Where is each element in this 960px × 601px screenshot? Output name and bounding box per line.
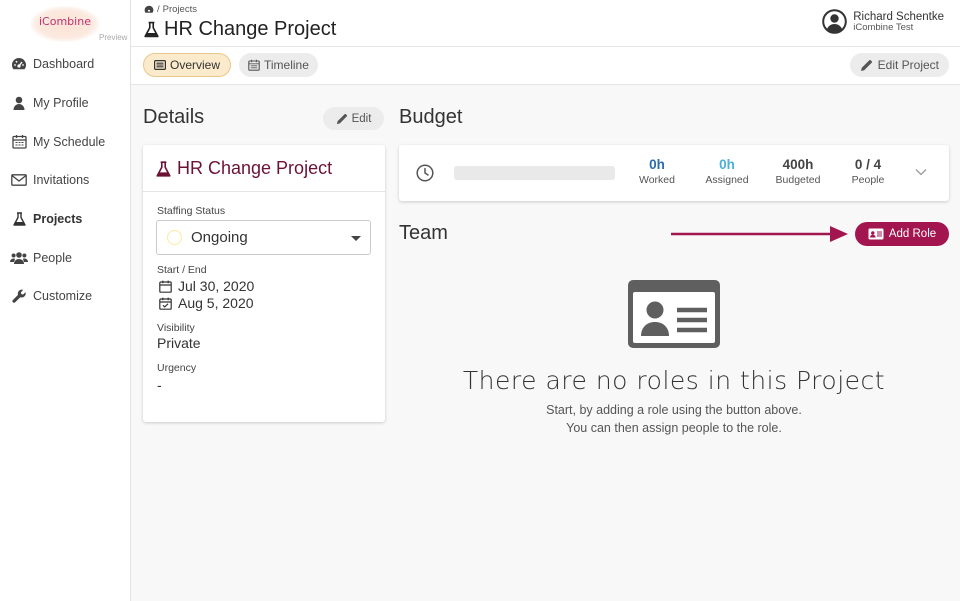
sidebar-item-label: My Profile [33, 96, 89, 111]
envelope-icon [10, 171, 28, 189]
edit-details-label: Edit [351, 112, 372, 125]
wrench-icon [10, 287, 28, 305]
stat-people: 0 / 4 People [838, 157, 898, 187]
tab-timeline[interactable]: Timeline [239, 53, 318, 77]
stat-label: People [851, 174, 885, 186]
project-toolbar: Overview Timeline Edit Project [131, 47, 960, 85]
flask-icon [144, 21, 159, 38]
pencil-icon [336, 113, 348, 125]
divider [143, 191, 385, 192]
breadcrumb: / Projects [144, 4, 197, 15]
avatar [822, 9, 848, 34]
start-date-text: Jul 30, 2020 [178, 278, 255, 294]
staffing-status-label: Staffing Status [157, 205, 226, 217]
sidebar-nav: Dashboard My Profile My Schedule Invitat… [0, 45, 131, 316]
visibility-value: Private [157, 335, 201, 351]
empty-state-line-2: You can then assign people to the role. [566, 421, 782, 435]
stat-budgeted: 400h Budgeted [768, 157, 828, 187]
page-title-text: HR Change Project [164, 18, 337, 40]
stat-value: 0h [649, 157, 665, 172]
budget-card[interactable]: 0h Worked 0h Assigned 400h Budgeted 0 / … [399, 145, 949, 201]
sidebar: iCombine Preview Dashboard My Profile My… [0, 0, 131, 601]
pencil-icon [860, 59, 873, 72]
edit-project-label: Edit Project [877, 58, 939, 72]
clock-icon [416, 164, 434, 182]
add-role-button[interactable]: Add Role [855, 222, 949, 246]
add-role-label: Add Role [888, 228, 937, 240]
sidebar-item-my-profile[interactable]: My Profile [0, 84, 131, 123]
end-date-text: Aug 5, 2020 [178, 295, 254, 311]
empty-state-title: There are no roles in this Project [462, 366, 886, 395]
staffing-status-select[interactable]: Ongoing [156, 220, 371, 255]
empty-state-line-1: Start, by adding a role using the button… [546, 403, 802, 417]
urgency-value: - [157, 377, 162, 393]
sidebar-item-invitations[interactable]: Invitations [0, 161, 131, 200]
id-card-icon [628, 280, 720, 348]
urgency-label: Urgency [157, 362, 197, 374]
end-date: Aug 5, 2020 [159, 295, 254, 311]
sidebar-item-label: Invitations [33, 173, 90, 188]
project-name: HR Change Project [156, 158, 332, 179]
calendar-icon [10, 133, 28, 151]
status-circle-icon [167, 230, 182, 245]
budget-heading: Budget [399, 106, 463, 128]
list-icon [154, 60, 166, 70]
stat-value: 0h [719, 157, 735, 172]
sidebar-item-label: Projects [33, 212, 83, 227]
sidebar-item-label: People [33, 250, 72, 265]
tab-overview[interactable]: Overview [143, 53, 232, 77]
budget-progress-bar [454, 166, 615, 180]
details-card: HR Change Project Staffing Status Ongoin… [143, 145, 385, 422]
stat-label: Worked [639, 174, 675, 186]
stat-value: 0 / 4 [854, 157, 882, 172]
flask-icon [10, 210, 28, 228]
sidebar-item-dashboard[interactable]: Dashboard [0, 45, 131, 84]
user-organization: iCombine Test [853, 21, 914, 33]
tab-label: Timeline [264, 58, 309, 72]
sidebar-item-customize[interactable]: Customize [0, 277, 131, 316]
caret-down-icon [351, 236, 361, 241]
edit-details-button[interactable]: Edit [323, 107, 384, 130]
sidebar-item-people[interactable]: People [0, 238, 131, 277]
user-menu[interactable]: Richard Schentke iCombine Test [822, 9, 944, 34]
page-header: / Projects HR Change Project Richard Sch… [131, 0, 960, 47]
user-name: Richard Schentke [853, 10, 944, 23]
dates-label: Start / End [157, 264, 207, 276]
chevron-down-icon[interactable] [915, 168, 927, 176]
calendar-icon [159, 280, 172, 293]
users-icon [10, 249, 28, 267]
flask-icon [156, 160, 171, 177]
project-name-text: HR Change Project [177, 158, 333, 178]
logo-text: iCombine [39, 15, 91, 28]
user-icon [10, 94, 28, 112]
breadcrumb-separator: / [157, 4, 160, 15]
sidebar-item-label: Customize [33, 289, 93, 304]
stat-worked: 0h Worked [627, 157, 687, 187]
calendar-icon [248, 59, 260, 71]
tab-label: Overview [170, 58, 221, 72]
preview-badge: Preview [99, 33, 128, 42]
details-heading: Details [143, 106, 205, 128]
team-heading: Team [399, 222, 448, 244]
stat-label: Budgeted [775, 174, 821, 186]
start-date: Jul 30, 2020 [159, 278, 254, 294]
dashboard-icon [10, 55, 28, 73]
staffing-status-value: Ongoing [191, 229, 248, 246]
stat-assigned: 0h Assigned [697, 157, 757, 187]
stat-label: Assigned [705, 174, 749, 186]
visibility-label: Visibility [157, 322, 195, 334]
sidebar-item-label: Dashboard [33, 57, 95, 72]
id-card-icon [868, 228, 884, 240]
arrow-right-icon [670, 224, 850, 244]
sidebar-item-label: My Schedule [33, 134, 106, 149]
edit-project-button[interactable]: Edit Project [849, 53, 949, 77]
dashboard-icon[interactable] [144, 5, 154, 14]
page-title: HR Change Project [144, 18, 336, 41]
stat-value: 400h [782, 157, 814, 172]
sidebar-item-my-schedule[interactable]: My Schedule [0, 122, 131, 161]
breadcrumb-projects[interactable]: Projects [163, 4, 197, 15]
sidebar-item-projects[interactable]: Projects [0, 200, 131, 239]
calendar-check-icon [159, 297, 172, 310]
